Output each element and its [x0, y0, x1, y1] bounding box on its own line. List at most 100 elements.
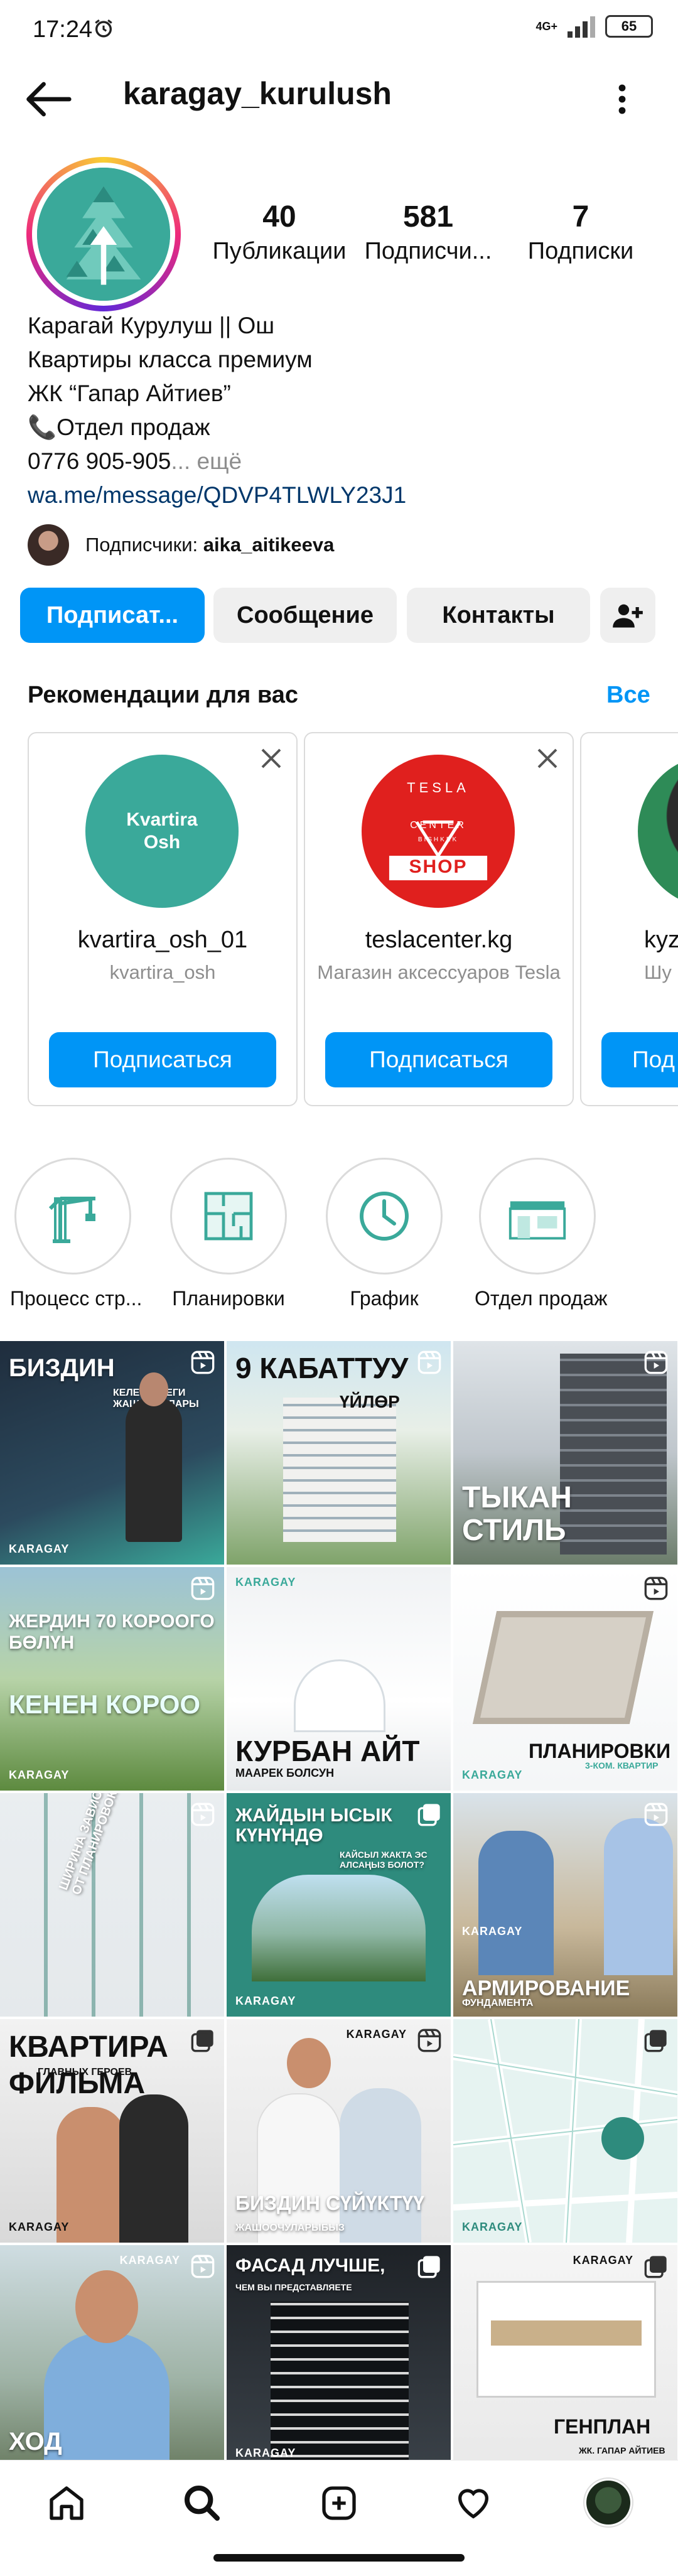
- logo-text: Osh: [143, 832, 181, 853]
- karagay-logo-icon: [37, 168, 170, 301]
- post-subcaption: ЖАШООЧУЛАРЫБЫЗ: [235, 2223, 345, 2233]
- post-subcaption: КАЙСЫЛ ЖАКТА ЭС АЛСАҢЫЗ БОЛОТ?: [340, 1850, 428, 1870]
- bio-more-link[interactable]: ... ещё: [171, 448, 242, 474]
- post-tile[interactable]: ХОД СТРОИТЕЛЬСТВА KARAGAY: [0, 2245, 224, 2469]
- reel-icon: [417, 2029, 441, 2052]
- stat-followers[interactable]: 581 Подписчи...: [358, 200, 498, 265]
- office-building-icon: [508, 1201, 566, 1240]
- signal-icon: [568, 16, 595, 38]
- recommendation-avatar: [638, 755, 678, 908]
- reel-icon: [644, 1803, 668, 1826]
- bio-phone-line: 0776 905-905... ещё: [28, 445, 406, 478]
- highlight-label: Планировки: [172, 1287, 285, 1310]
- post-brand: KARAGAY: [462, 2221, 523, 2233]
- status-bar: 17:24 4G+ 65: [0, 0, 678, 57]
- suggest-users-button[interactable]: [600, 588, 655, 643]
- follow-button[interactable]: Подписат...: [20, 588, 205, 643]
- reel-icon: [644, 1576, 668, 1600]
- crane-icon: [48, 1197, 95, 1243]
- post-tile[interactable]: ГЕНПЛАН ЖК. ГАПАР АЙТИЕВ KARAGAY: [453, 2245, 677, 2469]
- post-caption: ТЫКАН СТИЛЬ: [462, 1481, 572, 1547]
- follow-recommendation-button[interactable]: Подписаться: [325, 1032, 552, 1087]
- carousel-icon: [417, 2256, 440, 2278]
- post-plan-block: [491, 2320, 642, 2346]
- heart-icon[interactable]: [453, 2483, 493, 2523]
- post-brand: KARAGAY: [346, 2028, 407, 2040]
- profile-avatar[interactable]: [26, 157, 181, 311]
- recommendation-card[interactable]: Kvartira Osh kvartira_osh_01 kvartira_os…: [28, 732, 298, 1106]
- post-tile[interactable]: ФАСАД ЛУЧШЕ, ЧЕМ ВЫ ПРЕДСТАВЛЯЕТЕ KARAGA…: [227, 2245, 451, 2469]
- follower-username: aika_aitikeeva: [203, 534, 335, 556]
- post-tile[interactable]: БИЗДИН СҮЙҮКТҮҮ ЖАШООЧУЛАРЫБЫЗ KARAGAY: [227, 2019, 451, 2243]
- stat-following-value: 7: [572, 200, 589, 234]
- post-caption: 9 КАБАТТУУ: [235, 1352, 409, 1384]
- stat-followers-label: Подписчи...: [364, 238, 492, 264]
- post-tile[interactable]: ПЛАНИРОВКИ 3-КОМ. КВАРТИР KARAGAY: [453, 1567, 677, 1791]
- highlight-process[interactable]: Процесс стр...: [10, 1158, 142, 1310]
- recommendation-card[interactable]: TESLA CENTER BISHKEK SHOP teslacenter.kg…: [304, 732, 574, 1106]
- post-person: [119, 2094, 188, 2243]
- post-brand: KARAGAY: [235, 1995, 296, 2007]
- stat-posts-label: Публикации: [212, 238, 347, 264]
- stat-following[interactable]: 7 Подписки: [515, 200, 647, 265]
- carousel-icon: [644, 2030, 667, 2052]
- post-tile[interactable]: KARAGAY: [453, 2019, 677, 2243]
- logo-text: CENTER: [410, 820, 466, 831]
- post-tile[interactable]: ЖЕРДИН 70 КОРООГО БӨЛҮН КЕНЕН КОРОО KARA…: [0, 1567, 224, 1791]
- post-person-head: [287, 2038, 331, 2088]
- logo-text: SHOP: [409, 856, 468, 877]
- recommendation-card[interactable]: kyz Шу Под: [580, 732, 678, 1106]
- stat-followers-value: 581: [402, 200, 454, 234]
- highlight-schedule[interactable]: График: [321, 1158, 447, 1310]
- close-icon[interactable]: [535, 746, 560, 771]
- status-right: 4G+ 65: [535, 15, 653, 38]
- battery-icon: 65: [605, 15, 653, 38]
- profile-tab-avatar[interactable]: [586, 2481, 630, 2525]
- post-tile[interactable]: ЖАЙДЫН ЫСЫК КҮНҮНДӨ КАЙСЫЛ ЖАКТА ЭС АЛСА…: [227, 1793, 451, 2017]
- post-subcaption: КЕНЕН КОРОО: [9, 1689, 201, 1719]
- post-tile[interactable]: КВАРТИРА ФИЛЬМА ГЛАВНЫХ ГЕРОЕВ KARAGAY: [0, 2019, 224, 2243]
- highlight-sales[interactable]: Отдел продаж: [475, 1158, 608, 1310]
- message-button[interactable]: Сообщение: [213, 588, 397, 643]
- post-floorplan: [472, 1611, 654, 1724]
- post-brand: KARAGAY: [462, 1769, 523, 1781]
- home-icon[interactable]: [46, 2483, 87, 2523]
- post-tile[interactable]: ТЫКАН СТИЛЬ: [453, 1341, 677, 1565]
- reel-icon: [191, 1350, 215, 1374]
- post-building: [271, 2302, 409, 2469]
- post-subcaption: ҮЙЛӨР: [340, 1392, 400, 1411]
- see-all-link[interactable]: Все: [606, 682, 650, 709]
- post-tile[interactable]: 9 КАБАТТУУ ҮЙЛӨР: [227, 1341, 451, 1565]
- highlight-label: График: [350, 1287, 419, 1310]
- post-subcaption: ФУНДАМЕНТА: [462, 1998, 534, 2008]
- post-tile[interactable]: ШИРИНА ЗАВИСИТ ОТ ПЛАНИРОВОК: [0, 1793, 224, 2017]
- post-brand: KARAGAY: [9, 2221, 70, 2233]
- carousel-icon: [644, 2256, 667, 2278]
- reel-icon: [191, 1576, 215, 1600]
- search-icon[interactable]: [182, 2483, 222, 2523]
- mutual-followers[interactable]: Подписчики: aika_aitikeeva: [28, 522, 334, 568]
- post-caption: КУРБАН АЙТ: [235, 1735, 420, 1767]
- stat-posts[interactable]: 40 Публикации: [207, 200, 352, 265]
- back-arrow-icon[interactable]: [25, 80, 72, 118]
- post-tile[interactable]: АРМИРОВАНИЕ ФУНДАМЕНТА KARAGAY: [453, 1793, 677, 2017]
- post-caption: БИЗДИН: [9, 1354, 115, 1382]
- post-tile[interactable]: БИЗДИН КЕЛЕЧЕКТЕГИ ЖАШООЧУЛАРЫ KARAGAY: [0, 1341, 224, 1565]
- reel-icon: [191, 2255, 215, 2278]
- followers-text: Подписчики: aika_aitikeeva: [85, 534, 334, 556]
- create-post-icon[interactable]: [319, 2483, 359, 2523]
- bio-link[interactable]: wa.me/message/QDVP4TLWLY23J1: [28, 478, 406, 512]
- more-options-icon[interactable]: [613, 80, 632, 118]
- contacts-button[interactable]: Контакты: [407, 588, 590, 643]
- follow-recommendation-button[interactable]: Под: [601, 1032, 678, 1087]
- reel-icon: [191, 1803, 215, 1826]
- recommendation-username: teslacenter.kg: [365, 927, 513, 953]
- profile-username: karagay_kurulush: [123, 76, 392, 111]
- close-icon[interactable]: [259, 746, 284, 771]
- alarm-icon: [95, 19, 112, 38]
- recommendation-username: kyz: [644, 927, 678, 953]
- logo-text: Kvartira: [126, 809, 198, 830]
- highlight-plans[interactable]: Планировки: [166, 1158, 291, 1310]
- follow-recommendation-button[interactable]: Подписаться: [49, 1032, 276, 1087]
- post-tile[interactable]: КУРБАН АЙТ МААРЕК БОЛСУН KARAGAY: [227, 1567, 451, 1791]
